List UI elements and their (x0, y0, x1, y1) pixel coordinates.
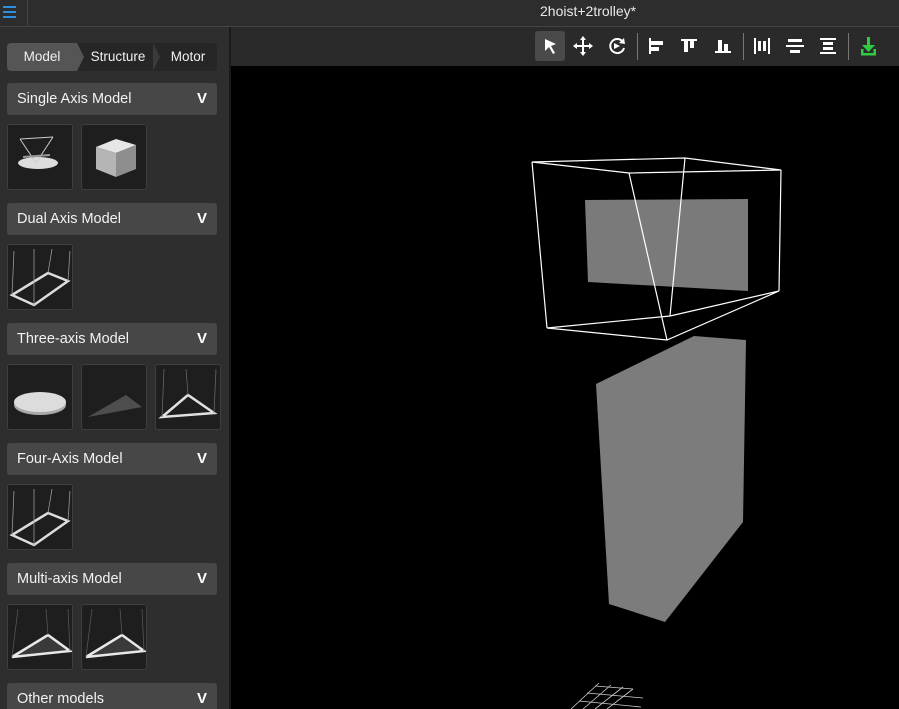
distribute-vertical-icon[interactable] (813, 31, 843, 61)
align-bottom-icon[interactable] (708, 31, 738, 61)
chevron-down-icon[interactable]: V (197, 90, 207, 107)
section-four-axis[interactable]: Four-Axis Model V (7, 443, 217, 475)
title-bar: 2hoist+2trolley* (0, 0, 899, 27)
chevron-down-icon[interactable]: V (197, 330, 207, 347)
wireframe-box-with-panel (531, 157, 782, 341)
sidebar: Model Structure Motor Single Axis Model … (0, 27, 231, 709)
align-left-icon[interactable] (641, 31, 671, 61)
section-label: Three-axis Model (17, 331, 130, 347)
window-title: 2hoist+2trolley* (540, 3, 637, 19)
section-label: Other models (17, 691, 105, 707)
triangle-plane-model-thumb[interactable] (81, 364, 147, 430)
viewport-scene (531, 157, 782, 709)
tab-structure[interactable]: Structure (83, 43, 153, 71)
distribute-center-icon[interactable] (780, 31, 810, 61)
chevron-down-icon[interactable]: V (197, 210, 207, 227)
align-top-icon[interactable] (674, 31, 704, 61)
multi-axis-triangle-model-1-thumb[interactable] (7, 604, 73, 670)
triangle-frame-model-thumb[interactable] (155, 364, 221, 430)
rotate-icon[interactable] (602, 31, 632, 61)
toolbar-divider (848, 33, 849, 60)
section-label: Single Axis Model (17, 91, 132, 107)
section-other-models[interactable]: Other models V (7, 683, 217, 709)
hamburger-menu-icon[interactable] (0, 0, 28, 26)
multi-axis-triangle-model-2-thumb[interactable] (81, 604, 147, 670)
floor-grid (570, 682, 644, 709)
download-icon[interactable] (853, 31, 883, 61)
section-three-axis[interactable]: Three-axis Model V (7, 323, 217, 355)
toolbar-divider (637, 33, 638, 60)
tab-bar: Model Structure Motor (7, 43, 217, 71)
tab-model[interactable]: Model (7, 43, 77, 71)
move-icon[interactable] (568, 31, 598, 61)
single-axis-swing-model-thumb[interactable] (7, 124, 73, 190)
grey-panel (596, 336, 746, 622)
tab-motor[interactable]: Motor (159, 43, 217, 71)
section-label: Multi-axis Model (17, 571, 122, 587)
section-label: Dual Axis Model (17, 211, 121, 227)
select-arrow-icon[interactable] (535, 31, 565, 61)
cube-model-thumb[interactable] (81, 124, 147, 190)
section-multi-axis[interactable]: Multi-axis Model V (7, 563, 217, 595)
section-single-axis[interactable]: Single Axis Model V (7, 83, 217, 115)
four-axis-frame-model-thumb[interactable] (7, 484, 73, 550)
chevron-down-icon[interactable]: V (197, 690, 207, 707)
toolbar-divider (743, 33, 744, 60)
viewport-toolbar (231, 27, 899, 66)
distribute-horizontal-icon[interactable] (747, 31, 777, 61)
section-label: Four-Axis Model (17, 451, 123, 467)
disc-model-thumb[interactable] (7, 364, 73, 430)
chevron-down-icon[interactable]: V (197, 570, 207, 587)
chevron-down-icon[interactable]: V (197, 450, 207, 467)
3d-viewport[interactable] (231, 27, 899, 709)
section-dual-axis[interactable]: Dual Axis Model V (7, 203, 217, 235)
dual-axis-frame-model-thumb[interactable] (7, 244, 73, 310)
